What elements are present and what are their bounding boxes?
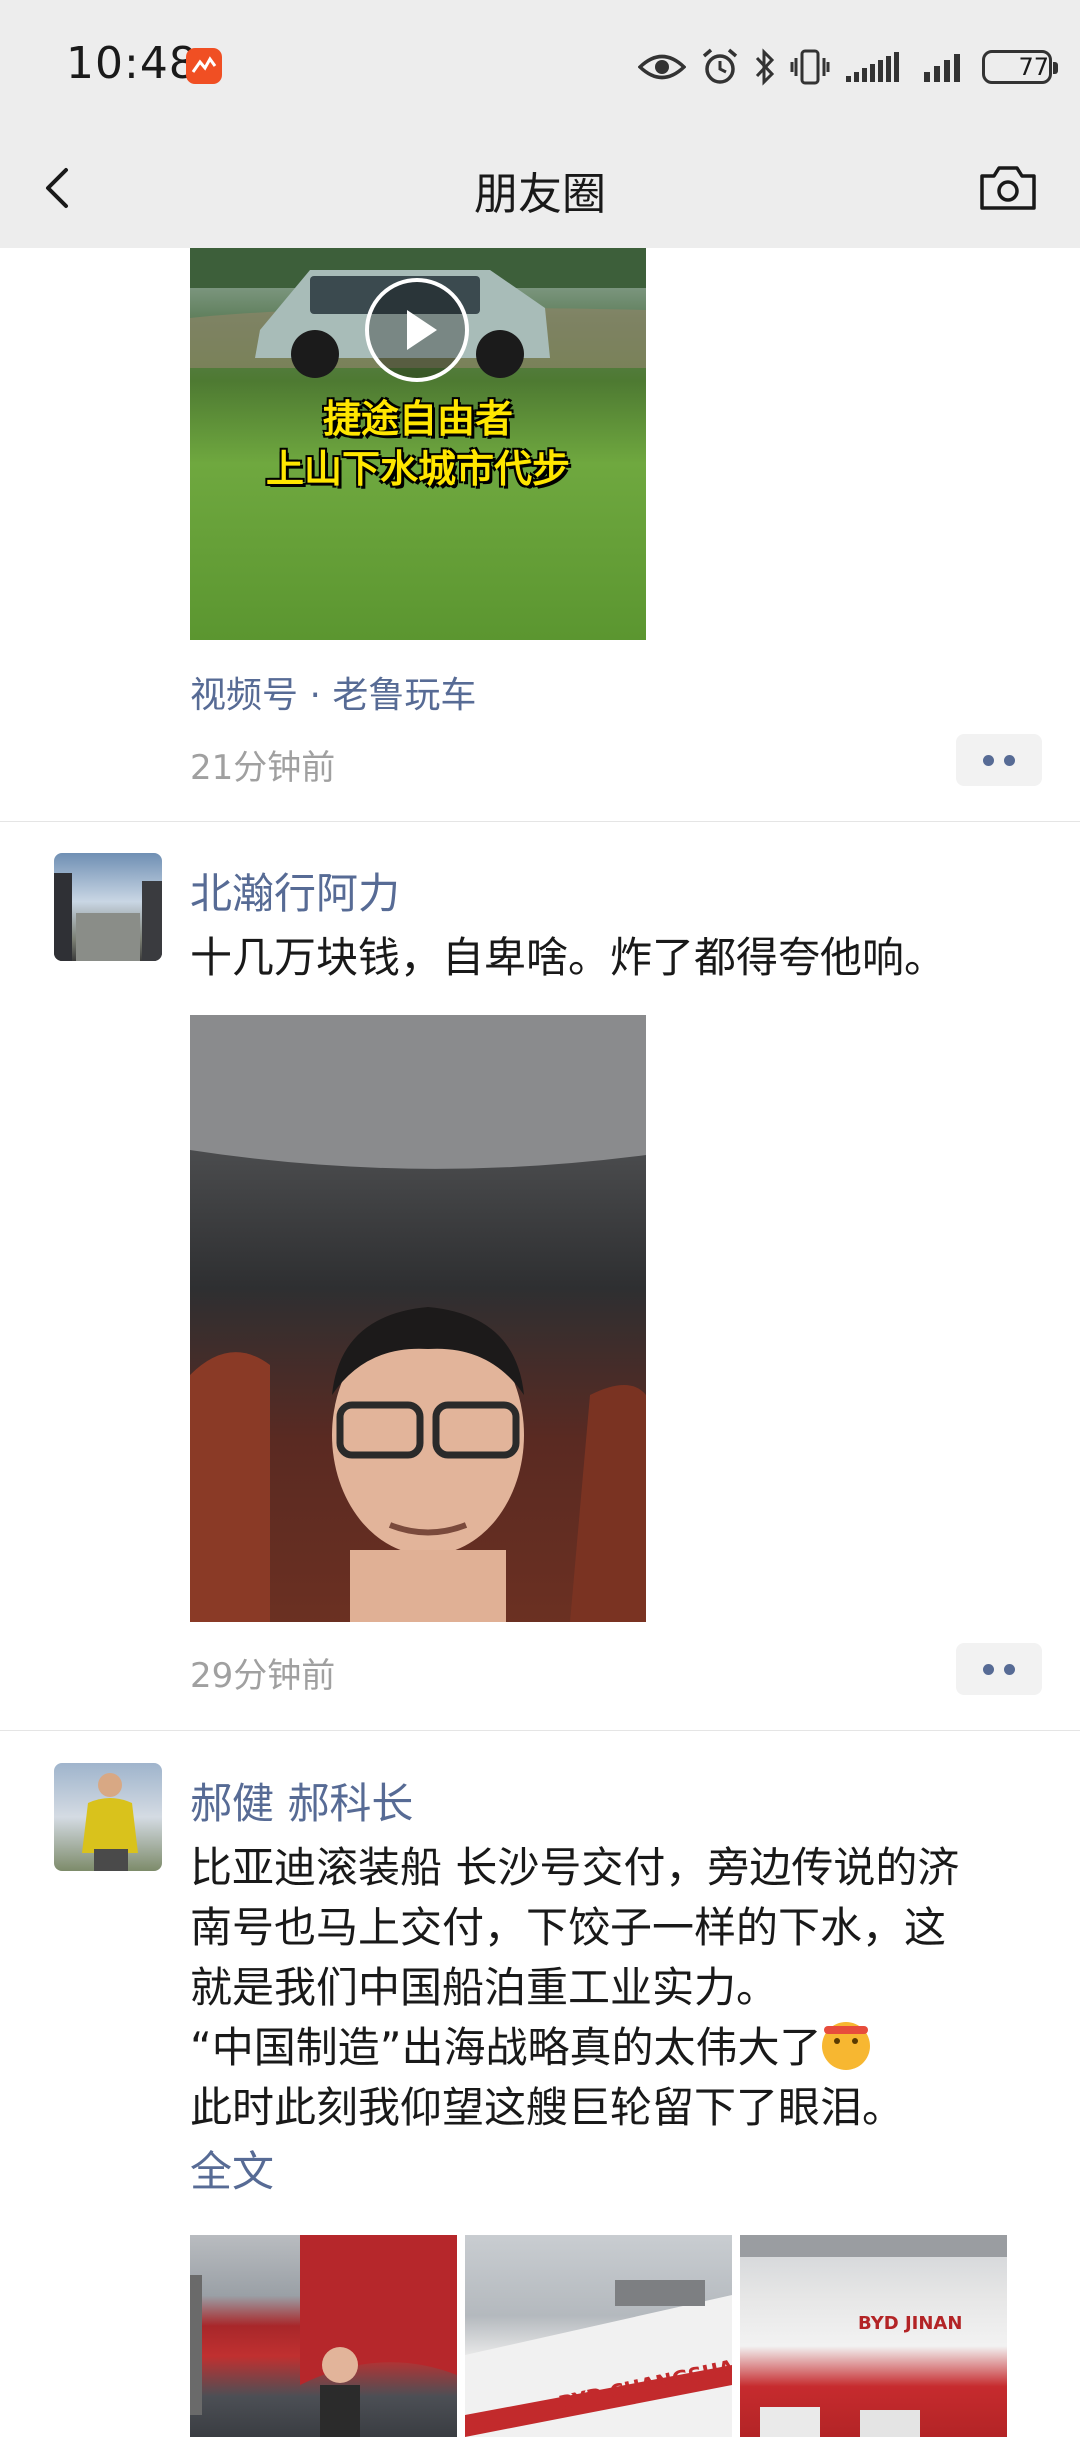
post-time: 21分钟前 <box>190 748 336 788</box>
video-caption-2: 上山下水城市代步 <box>265 447 570 491</box>
post-time: 29分钟前 <box>190 1656 336 1696</box>
battery-level-text: 77 <box>1018 53 1049 81</box>
avatar-image <box>54 873 162 961</box>
camera-icon <box>980 166 1036 210</box>
post-video[interactable] <box>190 1015 646 1622</box>
post-image[interactable] <box>190 2235 457 2437</box>
full-text-link[interactable]: 全文 <box>190 2138 274 2199</box>
bluetooth-icon <box>754 48 776 86</box>
ship-name-label: BYD JINAN <box>858 2313 963 2334</box>
signal-icon-2 <box>922 50 968 84</box>
ship-photo <box>740 2235 1007 2437</box>
divider <box>0 1730 1080 1731</box>
channel-source-link[interactable]: 视频号 · 老鲁玩车 <box>190 666 476 718</box>
signal-icon-1 <box>844 50 908 84</box>
play-button[interactable] <box>365 278 469 382</box>
author-name[interactable]: 北瀚行阿力 <box>190 860 400 921</box>
eye-icon <box>638 50 686 84</box>
post-text-line: 比亚迪滚装船 长沙号交付，旁边传说的济 <box>190 1843 960 1892</box>
post-text: 十几万块钱，自卑啥。炸了都得夸他响。 <box>190 933 947 982</box>
status-icons: 77 <box>638 42 1058 92</box>
post-text-line: 就是我们中国船泊重工业实力。 <box>190 1963 779 2012</box>
post-text-line: “中国制造”出海战略真的太伟大了 <box>190 2023 822 2072</box>
avatar[interactable] <box>54 853 162 961</box>
post-text-line: 此时此刻我仰望这艘巨轮留下了眼泪。 <box>190 2083 905 2132</box>
camera-button[interactable] <box>976 158 1040 218</box>
avatar-image <box>82 1773 138 1871</box>
page-title: 朋友圈 <box>474 169 606 220</box>
emoji-icon <box>821 2022 870 2070</box>
notification-app-icon <box>186 48 222 84</box>
ship-photo <box>190 2235 457 2437</box>
alarm-icon <box>700 47 740 87</box>
divider <box>0 821 1080 822</box>
status-bar: 10:48 77 <box>0 0 1080 130</box>
post-text: 比亚迪滚装船 长沙号交付，旁边传说的济 南号也马上交付，下饺子一样的下水，这 就… <box>190 1838 1050 2138</box>
video-caption-1: 捷途自由者 <box>322 397 513 441</box>
post-image[interactable]: BYD JINAN <box>740 2235 1007 2437</box>
post-image[interactable]: BYD CHANGSHA <box>465 2235 732 2437</box>
nav-bar: 朋友圈 <box>0 130 1080 248</box>
avatar[interactable] <box>54 1763 162 1871</box>
post-text-line: 南号也马上交付，下饺子一样的下水，这 <box>190 1903 947 1952</box>
post-actions-button[interactable] <box>956 734 1042 786</box>
status-time: 10:48 <box>66 38 198 89</box>
selfie-photo <box>190 1015 646 1622</box>
vibrate-icon <box>790 48 830 86</box>
post-actions-button[interactable] <box>956 1643 1042 1695</box>
video-thumbnail[interactable]: 捷途自由者 上山下水城市代步 <box>190 248 646 640</box>
battery-indicator: 77 <box>982 50 1058 84</box>
author-name[interactable]: 郝健 郝科长 <box>190 1770 413 1831</box>
play-icon <box>407 310 437 350</box>
